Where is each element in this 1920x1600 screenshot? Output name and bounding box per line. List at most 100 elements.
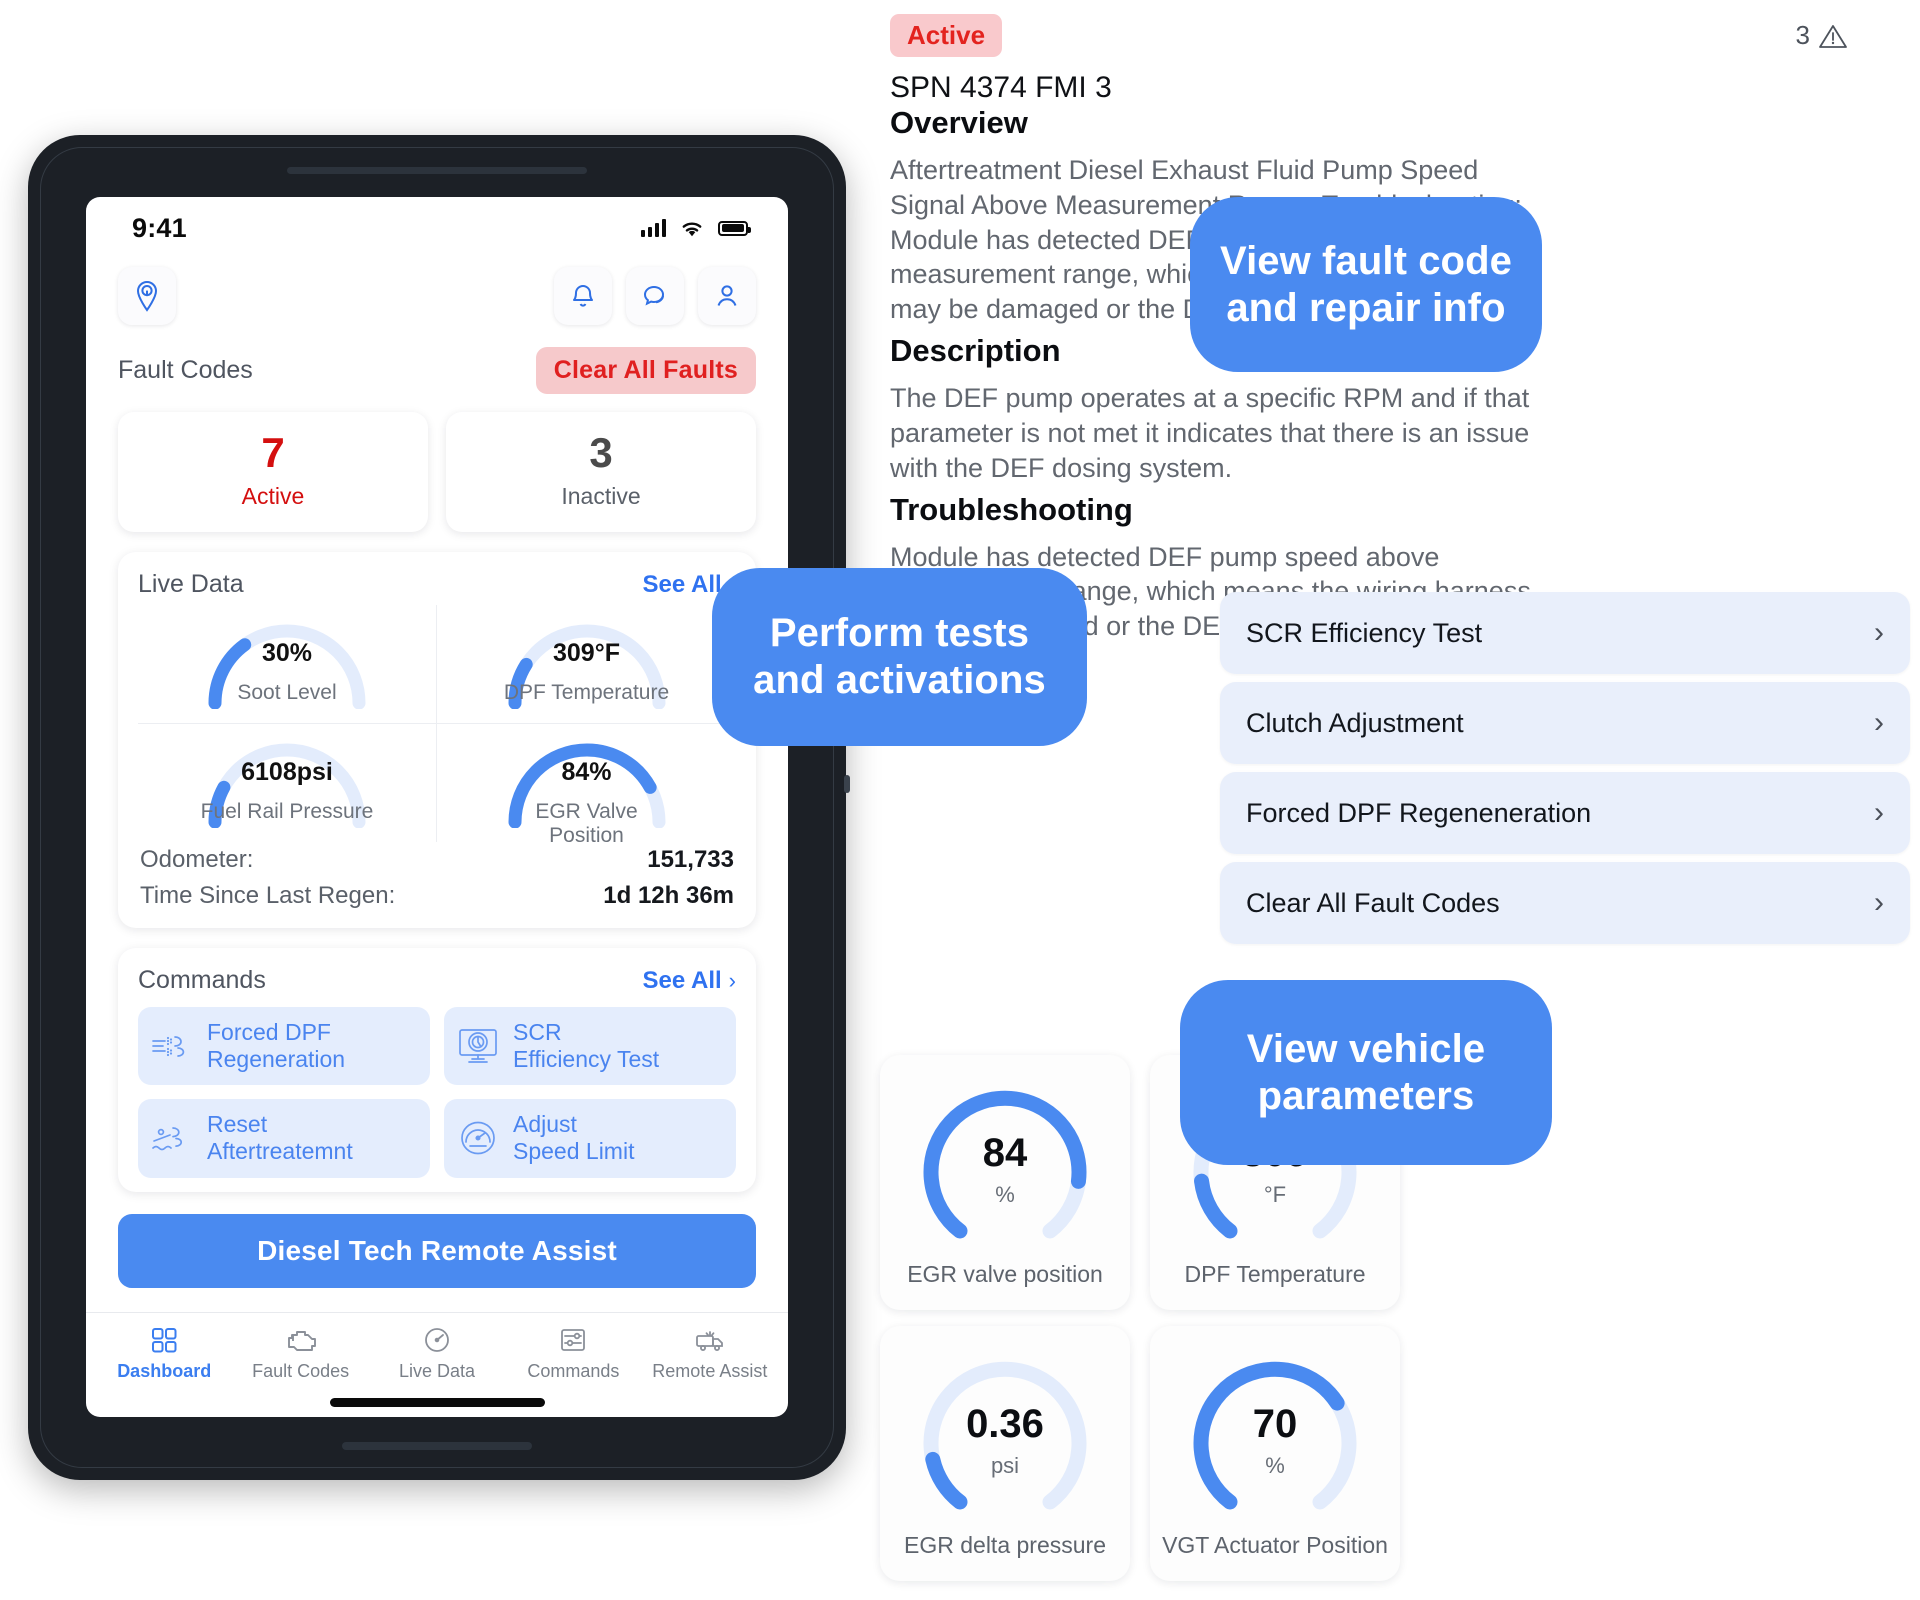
parameter-unit: % [995,1182,1015,1207]
fault-count-card-active[interactable]: 7 Active [118,412,428,532]
dpf-temperature-value: 309°F [553,639,620,667]
dpf-exhaust-icon [148,1024,196,1068]
parameter-label: VGT Actuator Position [1162,1532,1388,1558]
soot-level-value: 30% [261,639,313,667]
commands-see-all[interactable]: See All › [643,967,736,995]
command-forced-dpf-regeneration[interactable]: Forced DPF Regeneration [138,1007,430,1086]
odometer-label: Odometer: [140,846,254,873]
parameter-unit: psi [990,1453,1020,1478]
tablet-device: 9:41 Fault Codes Clear All Faults 7 Acti… [28,135,850,1480]
chevron-right-icon: › [1874,616,1884,649]
odometer-value: 151,733 [647,846,734,873]
inactive-label: Inactive [561,483,641,509]
egr-valve-position-label: EGR Valve Position [535,800,638,847]
command-label: Reset Aftertreatemnt [207,1111,353,1165]
detail-header: Active 3 [880,0,1920,57]
test-label: Forced DPF Regeneneration [1246,797,1592,828]
app-header [86,259,788,325]
live-data-gauges: 30% Soot Level 309°F DPF Temperature 610… [138,605,736,847]
test-item-clear-all-fault-codes[interactable]: Clear All Fault Codes › [1220,862,1910,944]
tab-label: Live Data [398,1361,476,1381]
parameter-label: EGR valve position [907,1261,1103,1287]
last-regen-value: 1d 12h 36m [603,882,734,909]
see-all-label: See All [642,570,722,598]
parameter-label: EGR delta pressure [904,1532,1106,1558]
command-scr-efficiency-test[interactable]: SCR Efficiency Test [444,1007,736,1086]
fault-codes-title: Fault Codes [118,356,253,384]
tests-list: SCR Efficiency Test › Clutch Adjustment … [1220,592,1910,952]
test-item-forced-dpf-regeneration[interactable]: Forced DPF Regeneneration › [1220,772,1910,854]
tablet-speaker [342,1442,532,1450]
tablet-side-button[interactable] [844,775,850,793]
live-gauge-soot: 30% Soot Level [138,605,437,723]
fault-code-title: SPN 4374 FMI 3 [890,71,1112,104]
home-indicator [329,1398,545,1407]
fault-codes-section: Fault Codes Clear All Faults 7 Active 3 … [86,325,788,532]
active-count: 7 [261,429,285,476]
chevron-right-icon: › [1874,886,1884,919]
commands-title: Commands [138,966,266,994]
parameter-card-egr-valve-position[interactable]: 84 % EGR valve position [880,1055,1130,1310]
test-label: Clutch Adjustment [1246,707,1464,738]
tab-commands[interactable]: Commands [505,1325,641,1382]
test-label: SCR Efficiency Test [1246,617,1483,648]
tab-label: Fault Codes [252,1361,350,1381]
last-regen-label: Time Since Last Regen: [140,882,396,909]
command-label: SCR Efficiency Test [513,1019,660,1073]
commands-panel: Commands See All › Forced DPF Regenerati… [118,948,756,1192]
live-gauge-egr-valve: 84% EGR Valve Position [437,723,736,847]
chat-bubbles-icon[interactable] [626,267,684,325]
chevron-right-icon: › [728,967,736,993]
aftertreatment-icon [148,1116,196,1160]
tab-fault-codes[interactable]: Fault Codes [232,1325,368,1382]
tablet-screen: 9:41 Fault Codes Clear All Faults 7 Acti… [86,197,788,1417]
overview-heading: Overview [890,105,1028,140]
parameter-card-vgt-actuator-position[interactable]: 70 % VGT Actuator Position [1150,1326,1400,1581]
fuel-rail-pressure-value: 6108psi [241,758,333,786]
wifi-icon [682,221,702,236]
fault-count-cards: 7 Active 3 Inactive [118,412,756,532]
bottom-tab-bar: Dashboard Fault Codes Live Data Commands… [86,1312,788,1388]
tab-label: Remote Assist [652,1361,768,1381]
test-item-scr-efficiency[interactable]: SCR Efficiency Test › [1220,592,1910,674]
tab-label: Commands [527,1361,620,1381]
user-icon[interactable] [698,267,756,325]
live-data-panel: Live Data See All › [118,552,756,928]
battery-icon [718,220,751,236]
parameter-label: DPF Temperature [1184,1261,1366,1287]
command-adjust-speed-limit[interactable]: Adjust Speed Limit [444,1099,736,1178]
dpf-temperature-label: DPF Temperature [503,681,670,704]
test-item-clutch-adjustment[interactable]: Clutch Adjustment › [1220,682,1910,764]
parameter-value: 84 [982,1131,1028,1175]
monitor-gauge-icon [454,1024,502,1068]
tablet-camera [287,167,587,174]
tab-dashboard[interactable]: Dashboard [96,1325,232,1382]
command-reset-aftertreatment[interactable]: Reset Aftertreatemnt [138,1099,430,1178]
live-data-title: Live Data [138,570,244,598]
callout-perform-tests: Perform tests and activations [712,568,1087,746]
status-time: 9:41 [132,212,187,243]
diesel-tech-remote-assist-button[interactable]: Diesel Tech Remote Assist [118,1213,756,1288]
parameter-card-egr-delta-pressure[interactable]: 0.36 psi EGR delta pressure [880,1326,1130,1581]
warning-count: 3 [1796,20,1848,51]
tab-remote-assist[interactable]: Remote Assist [642,1325,778,1382]
parameter-value: 70 [1252,1402,1298,1446]
see-all-label: See All [642,966,722,994]
status-badge: Active [890,14,1003,57]
sliders-icon [561,1329,586,1351]
tab-live-data[interactable]: Live Data [369,1325,505,1382]
callout-view-fault-code: View fault code and repair info [1190,197,1542,372]
description-body: The DEF pump operates at a specific RPM … [890,383,1530,483]
fault-count-card-inactive[interactable]: 3 Inactive [446,412,756,532]
troubleshooting-heading: Troubleshooting [890,491,1133,527]
clear-all-faults-button[interactable]: Clear All Faults [535,347,756,394]
wrench-location-pin-icon[interactable] [118,267,176,325]
parameter-value: 0.36 [966,1402,1044,1446]
egr-valve-position-value: 84% [561,758,612,786]
fuel-rail-pressure-label: Fuel Rail Pressure [200,800,374,823]
parameter-unit: % [1265,1453,1285,1478]
bell-icon[interactable] [554,267,612,325]
live-gauge-fuel-rail: 6108psi Fuel Rail Pressure [138,723,437,842]
soot-level-label: Soot Level [237,681,337,704]
command-label: Adjust Speed Limit [513,1111,635,1165]
